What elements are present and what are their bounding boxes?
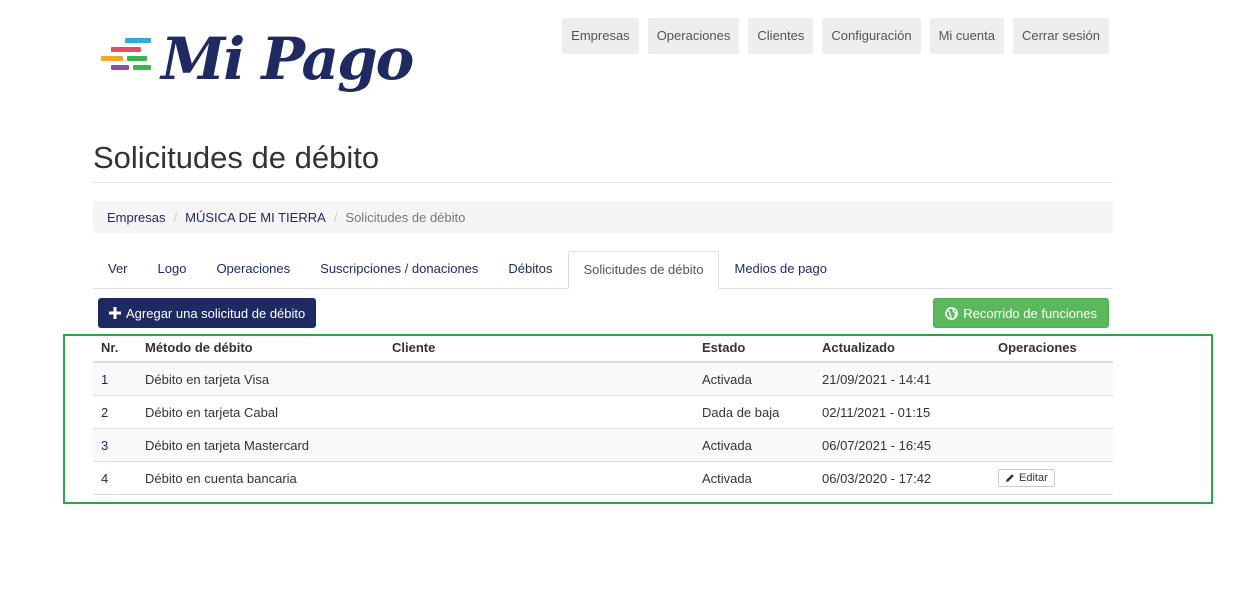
pencil-icon — [1006, 474, 1014, 482]
mi-pago-logo[interactable]: Mi Pago — [97, 25, 414, 100]
tab-ver[interactable]: Ver — [93, 251, 143, 288]
edit-button-label: Editar — [1019, 472, 1048, 484]
feature-tour-button[interactable]: Recorrido de funciones — [933, 298, 1109, 328]
table-row: 1 Débito en tarjeta Visa Activada 21/09/… — [93, 362, 1113, 396]
breadcrumb-empresas[interactable]: Empresas — [107, 210, 166, 225]
table-row: 4 Débito en cuenta bancaria Activada 06/… — [93, 461, 1113, 495]
row-client — [384, 362, 694, 396]
edit-button[interactable]: Editar — [998, 469, 1055, 487]
row-number-link[interactable]: 1 — [93, 362, 137, 396]
top-navigation: Empresas Operaciones Clientes Configurac… — [562, 18, 1109, 54]
row-status: Activada — [694, 428, 814, 462]
row-number-link[interactable]: 4 — [93, 461, 137, 495]
add-debit-request-label: Agregar una solicitud de débito — [126, 305, 306, 321]
row-status: Activada — [694, 362, 814, 396]
header-method: Método de débito — [137, 333, 384, 363]
breadcrumb-company[interactable]: MÚSICA DE MI TIERRA — [185, 210, 326, 225]
row-method: Débito en tarjeta Cabal — [137, 395, 384, 429]
header-nr: Nr. — [93, 333, 137, 363]
row-operations — [990, 395, 1113, 429]
feature-tour-label: Recorrido de funciones — [963, 305, 1097, 321]
tab-medios-de-pago[interactable]: Medios de pago — [719, 251, 842, 288]
tab-suscripciones[interactable]: Suscripciones / donaciones — [305, 251, 493, 288]
row-status: Dada de baja — [694, 395, 814, 429]
row-status: Activada — [694, 461, 814, 495]
row-updated: 06/07/2021 - 16:45 — [814, 428, 990, 462]
add-debit-request-button[interactable]: Agregar una solicitud de débito — [98, 298, 317, 328]
company-tabs: Ver Logo Operaciones Suscripciones / don… — [93, 251, 1113, 289]
nav-cerrar-sesion[interactable]: Cerrar sesión — [1012, 18, 1109, 54]
nav-operaciones[interactable]: Operaciones — [647, 18, 740, 54]
row-updated: 02/11/2021 - 01:15 — [814, 395, 990, 429]
row-operations — [990, 362, 1113, 396]
breadcrumb: Empresas / MÚSICA DE MI TIERRA / Solicit… — [93, 201, 1113, 233]
title-divider — [93, 182, 1113, 183]
header-status: Estado — [694, 333, 814, 363]
breadcrumb-current: Solicitudes de débito — [345, 209, 466, 225]
breadcrumb-separator: / — [173, 209, 178, 225]
header-operations: Operaciones — [990, 333, 1113, 363]
row-updated: 21/09/2021 - 14:41 — [814, 362, 990, 396]
nav-mi-cuenta[interactable]: Mi cuenta — [929, 18, 1004, 54]
nav-configuracion[interactable]: Configuración — [822, 18, 921, 54]
plus-icon — [109, 307, 121, 319]
debit-requests-table: Nr. Método de débito Cliente Estado Actu… — [93, 333, 1113, 495]
tab-debitos[interactable]: Débitos — [493, 251, 567, 288]
row-updated: 06/03/2020 - 17:42 — [814, 461, 990, 495]
breadcrumb-separator: / — [333, 209, 338, 225]
tab-operaciones[interactable]: Operaciones — [201, 251, 305, 288]
page-title: Solicitudes de débito — [93, 140, 380, 175]
row-client — [384, 395, 694, 429]
row-number-link[interactable]: 2 — [93, 395, 137, 429]
header-updated: Actualizado — [814, 333, 990, 363]
row-operations — [990, 428, 1113, 462]
tab-logo[interactable]: Logo — [143, 251, 202, 288]
tab-solicitudes-de-debito[interactable]: Solicitudes de débito — [567, 251, 720, 289]
row-method: Débito en tarjeta Visa — [137, 362, 384, 396]
nav-empresas[interactable]: Empresas — [562, 18, 639, 54]
row-number-link[interactable]: 3 — [93, 428, 137, 462]
row-client — [384, 461, 694, 495]
header-client: Cliente — [384, 333, 694, 363]
row-method: Débito en tarjeta Mastercard — [137, 428, 384, 462]
table-header-row: Nr. Método de débito Cliente Estado Actu… — [93, 333, 1113, 363]
table-row: 2 Débito en tarjeta Cabal Dada de baja 0… — [93, 395, 1113, 429]
row-client — [384, 428, 694, 462]
table-row: 3 Débito en tarjeta Mastercard Activada … — [93, 428, 1113, 462]
logo-stripes-icon — [97, 38, 157, 78]
globe-icon — [945, 306, 959, 320]
row-operations: Editar — [990, 461, 1113, 495]
logo-wordmark: Mi Pago — [161, 25, 414, 93]
row-method: Débito en cuenta bancaria — [137, 461, 384, 495]
nav-clientes[interactable]: Clientes — [748, 18, 814, 54]
